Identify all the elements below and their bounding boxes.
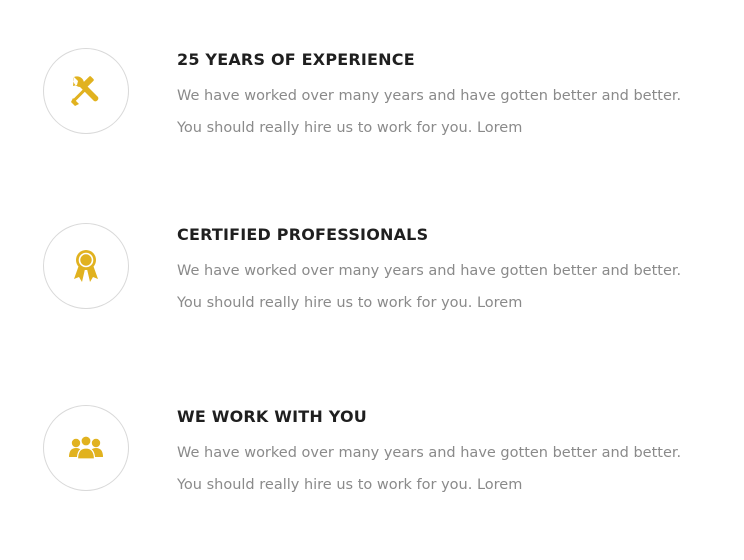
feature-description-line: You should really hire us to work for yo… [177,477,523,493]
feature-description: We have worked over many years and have … [177,255,717,319]
feature-description: We have worked over many years and have … [177,437,717,501]
feature-experience: 25 YEARS OF EXPERIENCE We have worked ov… [0,48,744,148]
feature-team: WE WORK WITH YOU We have worked over man… [0,405,744,505]
feature-title: WE WORK WITH YOU [177,407,367,426]
tools-icon [68,73,104,109]
feature-description-line: We have worked over many years and have … [177,88,682,104]
feature-certified: CERTIFIED PROFESSIONALS We have worked o… [0,223,744,323]
award-ribbon-icon [70,248,102,284]
feature-icon-circle [43,223,129,309]
feature-description: We have worked over many years and have … [177,80,717,144]
feature-description-line: You should really hire us to work for yo… [177,120,523,136]
feature-title: CERTIFIED PROFESSIONALS [177,225,429,244]
feature-icon-circle [43,48,129,134]
feature-icon-circle [43,405,129,491]
feature-description-line: We have worked over many years and have … [177,445,682,461]
feature-description-line: You should really hire us to work for yo… [177,295,523,311]
team-icon [68,435,104,461]
feature-title: 25 YEARS OF EXPERIENCE [177,50,415,69]
feature-description-line: We have worked over many years and have … [177,263,682,279]
